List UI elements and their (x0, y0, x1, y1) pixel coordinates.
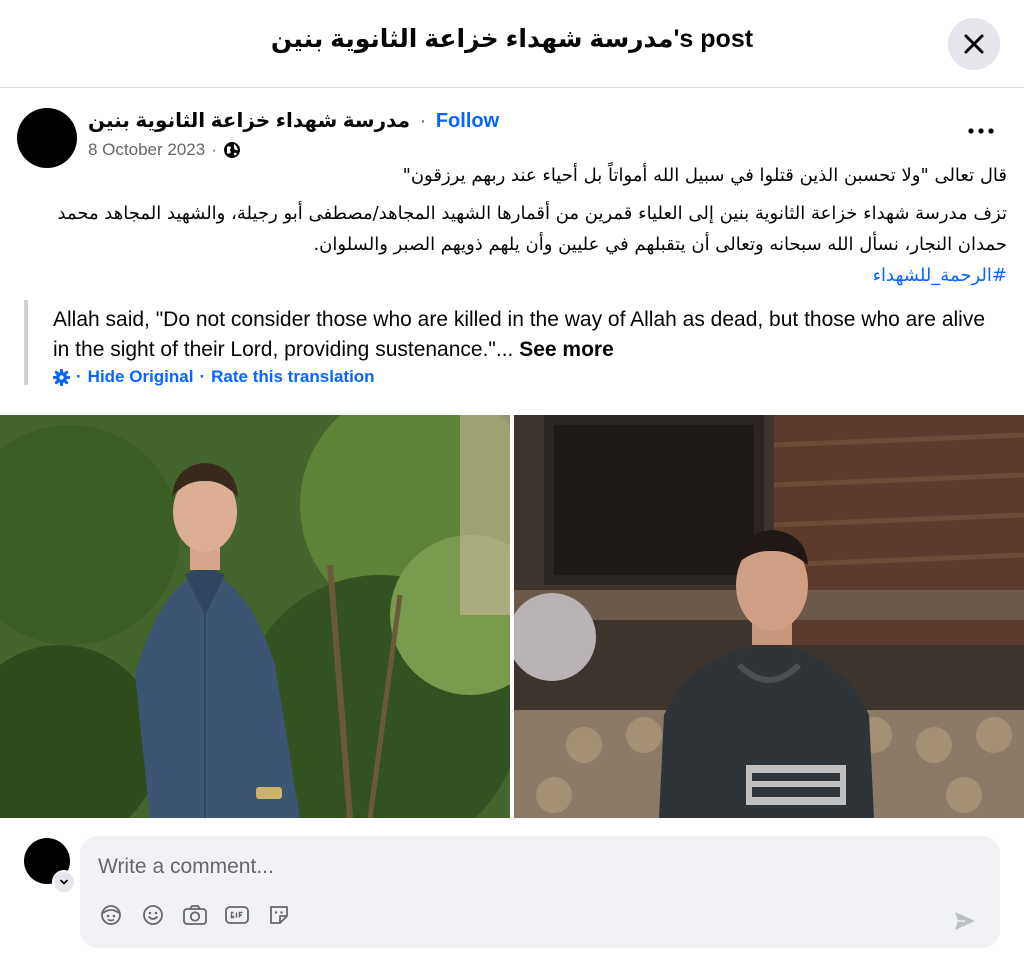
sticker-button[interactable] (266, 902, 292, 928)
author-name[interactable]: مدرسة شهداء خزاعة الثانوية بنين (88, 110, 410, 132)
send-icon (955, 912, 975, 930)
comment-section (0, 818, 1024, 974)
post-meta: 8 October 2023 · (88, 140, 241, 160)
sticker-icon (270, 906, 288, 924)
close-button[interactable] (948, 18, 1000, 70)
photo-2-illustration (514, 415, 1024, 818)
gear-icon[interactable] (53, 368, 70, 386)
author-avatar[interactable] (17, 108, 77, 168)
comment-input[interactable] (96, 848, 900, 886)
comment-composer (80, 836, 1000, 948)
arabic-body: تزف مدرسة شهداء خزاعة الثانوية بنين إلى … (47, 198, 1007, 291)
arabic-quote: قال تعالى "ولا تحسبن الذين قتلوا في سبيل… (402, 165, 1007, 186)
follow-button[interactable]: Follow (436, 110, 499, 132)
author-separator: · (419, 110, 427, 132)
comment-tools (98, 902, 292, 928)
more-options-icon (968, 128, 994, 134)
post-photos (0, 415, 1024, 818)
avatar-sticker-button[interactable] (98, 902, 124, 928)
globe-icon[interactable] (223, 141, 241, 159)
send-button[interactable] (950, 906, 980, 936)
hashtag-link[interactable]: #الرحمة_للشهداء (873, 265, 1007, 286)
translation-block: Allah said, "Do not consider those who a… (24, 300, 1004, 387)
photo-1-illustration (0, 415, 510, 818)
more-options-button[interactable] (962, 116, 1000, 146)
date-separator: · (211, 140, 217, 159)
close-icon (964, 34, 984, 54)
post-content[interactable]: مدرسة شهداء خزاعة الثانوية بنين · Follow… (0, 88, 1024, 818)
dialog-header: مدرسة شهداء خزاعة الثانوية بنين's post (0, 0, 1024, 88)
chevron-down-icon (60, 879, 68, 885)
account-switch-button[interactable] (52, 870, 76, 894)
see-more-link[interactable]: See more (519, 338, 614, 361)
gif-icon (225, 906, 249, 924)
dialog-title: مدرسة شهداء خزاعة الثانوية بنين's post (270, 25, 754, 53)
emoji-button[interactable] (140, 902, 166, 928)
post-photo-1[interactable] (0, 415, 510, 818)
avatar-sticker-icon (101, 905, 121, 925)
arabic-body-text: تزف مدرسة شهداء خزاعة الثانوية بنين إلى … (57, 203, 1007, 255)
translation-links: · Hide Original · Rate this translation (53, 367, 1004, 387)
rate-translation-link[interactable]: Rate this translation (211, 367, 374, 387)
camera-button[interactable] (182, 902, 208, 928)
author-line: مدرسة شهداء خزاعة الثانوية بنين · Follow (88, 108, 499, 133)
translation-separator: · (76, 367, 82, 386)
hide-original-link[interactable]: Hide Original (88, 367, 194, 387)
translation-text-wrap: Allah said, "Do not consider those who a… (53, 300, 1004, 365)
translation-separator-2: · (199, 367, 206, 386)
emoji-icon (143, 905, 163, 925)
post-photo-2[interactable] (514, 415, 1024, 818)
post-date[interactable]: 8 October 2023 (88, 140, 205, 160)
camera-icon (183, 905, 207, 925)
gif-button[interactable] (224, 902, 250, 928)
